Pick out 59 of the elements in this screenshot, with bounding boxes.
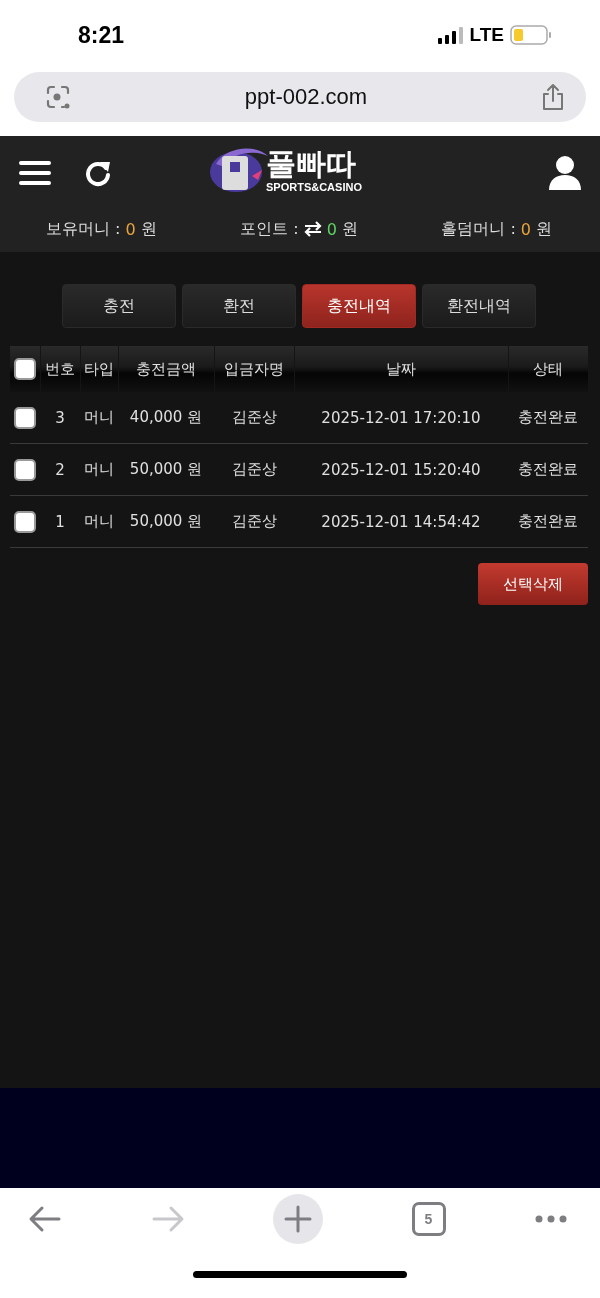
column-header: 번호 — [45, 359, 75, 378]
logo-title: 풀빠따 — [266, 147, 357, 181]
table-cell: 김준상 — [231, 408, 277, 426]
network-label: LTE — [469, 24, 504, 46]
tab[interactable]: 충전내역 — [302, 284, 416, 328]
currency-unit: 원 — [536, 218, 552, 240]
balance-value: 0 — [326, 219, 337, 239]
table-cell: 2025-12-01 14:54:42 — [321, 512, 481, 531]
table-cell: 충전완료 — [518, 408, 578, 426]
table-cell: 김준상 — [231, 460, 277, 478]
user-icon[interactable] — [548, 155, 582, 191]
menu-icon[interactable] — [18, 159, 52, 187]
select-all-checkbox[interactable] — [13, 358, 36, 380]
table-cell: 40,000 원 — [129, 408, 203, 426]
table-cell: 머니 — [84, 512, 114, 530]
tab[interactable]: 충전 — [62, 284, 176, 328]
balance-value: 0 — [125, 219, 136, 239]
battery-icon — [510, 25, 552, 45]
delete-selected-button[interactable]: 선택삭제 — [478, 563, 588, 605]
table-cell: 머니 — [84, 408, 114, 426]
balance-label: 보유머니 : — [46, 218, 121, 240]
address-bar[interactable]: ppt-002.com — [14, 72, 586, 122]
logo-subtitle: SPORTS&CASINO — [266, 181, 362, 193]
table-cell: 2 — [55, 460, 65, 479]
currency-unit: 원 — [140, 218, 157, 240]
tab[interactable]: 환전내역 — [422, 284, 536, 328]
table-cell: 머니 — [84, 460, 114, 478]
column-header: 충전금액 — [136, 359, 196, 378]
table-cell: 1 — [55, 512, 65, 531]
currency-unit: 원 — [341, 218, 358, 240]
clock-time: 8:21 — [78, 21, 125, 49]
column-header: 입금자명 — [224, 359, 284, 378]
more-icon[interactable] — [534, 1214, 568, 1224]
table-cell: 2025-12-01 17:20:10 — [321, 408, 481, 427]
column-header: 타입 — [84, 359, 114, 378]
row-checkbox[interactable] — [14, 510, 36, 533]
balance-value: 0 — [520, 219, 531, 239]
tab-count-button[interactable]: 5 — [411, 1202, 446, 1236]
table-cell: 충전완료 — [518, 460, 578, 478]
table-cell: 50,000 원 — [129, 512, 203, 530]
table-cell: 김준상 — [231, 512, 277, 530]
balance-label: 홀덤머니 : — [441, 218, 516, 240]
share-icon[interactable] — [540, 83, 566, 111]
balance-label: 포인트 : — [240, 218, 299, 240]
new-tab-icon[interactable] — [273, 1194, 323, 1244]
refresh-icon[interactable] — [84, 159, 112, 187]
table-cell: 2025-12-01 15:20:40 — [321, 460, 481, 479]
table-cell: 50,000 원 — [129, 460, 203, 478]
back-icon[interactable] — [28, 1205, 62, 1233]
table-cell: 충전완료 — [518, 512, 578, 530]
row-checkbox[interactable] — [14, 458, 36, 481]
column-header: 상태 — [533, 359, 563, 378]
tab[interactable]: 환전 — [182, 284, 296, 328]
column-header: 날짜 — [386, 359, 416, 378]
table-cell: 3 — [55, 408, 65, 427]
row-checkbox[interactable] — [14, 406, 36, 429]
signal-icon — [437, 26, 464, 44]
exchange-icon[interactable] — [303, 221, 322, 237]
camera-lens-icon[interactable] — [44, 83, 72, 111]
